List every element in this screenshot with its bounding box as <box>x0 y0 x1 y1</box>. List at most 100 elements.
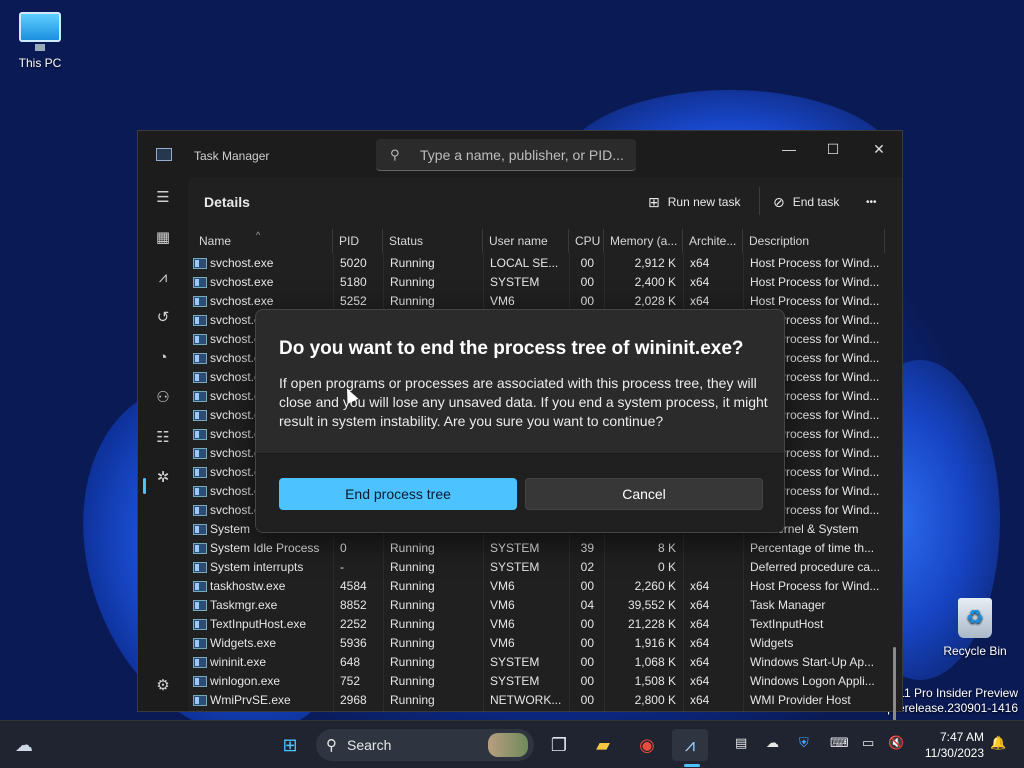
desktop-icon-label: Recycle Bin <box>943 644 1007 658</box>
column-header-cpu[interactable]: CPU <box>569 229 604 253</box>
cell-pid: 5936 <box>340 636 367 650</box>
app-history-icon[interactable]: ↺ <box>148 303 178 333</box>
process-icon <box>193 391 207 402</box>
table-row[interactable]: winlogon.exe 752 Running SYSTEM 00 1,508 K x64… <box>188 672 888 691</box>
column-header-pid[interactable]: PID <box>333 229 383 253</box>
cell-name: svchost.exe <box>210 256 274 270</box>
title-bar[interactable]: Task Manager ⚲ — ☐ ✕ <box>138 131 902 177</box>
services-icon[interactable]: ✲ <box>148 463 178 493</box>
cell-status: Running <box>390 275 435 289</box>
cell-user: SYSTEM <box>490 674 540 688</box>
cell-name: Widgets.exe <box>210 636 277 650</box>
toolbar-divider <box>759 187 760 215</box>
onedrive-icon[interactable]: ☁ <box>766 735 779 751</box>
cell-user: VM6 <box>490 617 515 631</box>
window-title: Task Manager <box>194 149 270 163</box>
cell-desc: Task Manager <box>750 598 826 612</box>
chrome-icon[interactable]: ◉ <box>629 729 665 761</box>
cell-desc: Deferred procedure ca... <box>750 560 881 574</box>
desktop-icon-recycle-bin[interactable]: ♻ Recycle Bin <box>935 598 1015 658</box>
dialog-footer: End process tree Cancel <box>256 453 784 532</box>
notepad-tray-icon[interactable]: ▤ <box>735 735 747 751</box>
file-explorer-icon[interactable]: ▰ <box>585 729 621 761</box>
cell-user: LOCAL SE... <box>490 256 559 270</box>
cell-user: NETWORK... <box>490 693 562 707</box>
cell-status: Running <box>390 598 435 612</box>
column-header-status[interactable]: Status <box>383 229 483 253</box>
search-box[interactable]: ⚲ <box>376 139 636 171</box>
start-button[interactable]: ⊞ <box>272 729 308 761</box>
process-icon <box>193 600 207 611</box>
process-icon <box>193 619 207 630</box>
weather-icon[interactable]: ☁ <box>6 729 42 761</box>
cell-desc: Windows Start-Up Ap... <box>750 655 875 669</box>
task-manager-taskbar-icon[interactable]: ⩘ <box>672 729 708 761</box>
processes-icon[interactable]: ▦ <box>148 223 178 253</box>
cell-name: System interrupts <box>210 560 304 574</box>
column-header-name[interactable]: ^ Name <box>188 229 333 253</box>
cell-pid: 752 <box>340 674 361 688</box>
table-row[interactable]: svchost.exe 5180 Running SYSTEM 00 2,400 K x64… <box>188 273 888 292</box>
display-icon[interactable]: ▭ <box>862 735 874 751</box>
minimize-button[interactable]: — <box>766 135 812 163</box>
hamburger-icon[interactable]: ☰ <box>148 183 178 213</box>
cell-name: Taskmgr.exe <box>210 598 278 612</box>
settings-icon[interactable]: ⚙ <box>148 671 178 701</box>
table-row[interactable]: taskhostw.exe 4584 Running VM6 00 2,260 K x64 H… <box>188 577 888 596</box>
cell-mem: 39,552 K <box>627 598 676 612</box>
volume-muted-icon[interactable]: 🔇 <box>888 735 904 751</box>
process-icon <box>193 372 207 383</box>
end-task-button[interactable]: ⊘ End task <box>773 191 839 213</box>
cell-cpu: 00 <box>580 275 594 289</box>
table-row[interactable]: Taskmgr.exe 8852 Running VM6 04 39,552 K x64 Ta… <box>188 596 888 615</box>
process-icon <box>193 334 207 345</box>
keyboard-icon[interactable]: ⌨ <box>830 735 849 751</box>
table-row[interactable]: WmiPrvSE.exe 2968 Running NETWORK... 00 2,800… <box>188 691 888 710</box>
cell-pid: 2252 <box>340 617 367 631</box>
taskbar-search[interactable]: ⚲ Search <box>316 729 534 761</box>
table-row[interactable]: wininit.exe 648 Running SYSTEM 00 1,068 K x64 W… <box>188 653 888 672</box>
process-icon <box>193 695 207 706</box>
maximize-button[interactable]: ☐ <box>810 135 856 163</box>
users-icon[interactable]: ⚇ <box>148 383 178 413</box>
cell-status: Running <box>390 693 435 707</box>
cell-desc: Host Process for Wind... <box>750 256 880 270</box>
close-button[interactable]: ✕ <box>856 135 902 163</box>
cell-arch: x64 <box>690 617 710 631</box>
desktop-icon-label: This PC <box>18 56 62 70</box>
end-process-tree-button[interactable]: End process tree <box>279 478 517 510</box>
task-view-icon[interactable]: ❐ <box>541 729 577 761</box>
startup-apps-icon[interactable]: ◔ <box>148 343 178 373</box>
table-row[interactable]: TextInputHost.exe 2252 Running VM6 00 21,228 … <box>188 615 888 634</box>
cell-name: winlogon.exe <box>210 674 281 688</box>
column-header-memory[interactable]: Memory (a... <box>604 229 683 253</box>
cell-name: taskhostw.exe <box>210 579 286 593</box>
table-row[interactable]: Widgets.exe 5936 Running VM6 00 1,916 K x64 Wid… <box>188 634 888 653</box>
column-header-description[interactable]: Description <box>743 229 885 253</box>
cell-cpu: 39 <box>580 541 594 555</box>
cell-user: VM6 <box>490 579 515 593</box>
cell-cpu: 00 <box>580 617 594 631</box>
notifications-bell-icon[interactable]: 🔔 <box>990 735 1006 751</box>
column-header-architecture[interactable]: Archite... <box>683 229 743 253</box>
search-input[interactable] <box>420 145 626 165</box>
cell-mem: 2,260 K <box>634 579 676 593</box>
desktop-icon-this-pc[interactable]: This PC <box>0 12 80 70</box>
system-clock[interactable]: 7:47 AM 11/30/2023 <box>914 729 984 761</box>
cell-cpu: 04 <box>580 598 594 612</box>
table-row[interactable]: svchost.exe 5020 Running LOCAL SE... 00 2,912… <box>188 254 888 273</box>
table-row[interactable]: System Idle Process 0 Running SYSTEM 39 8 K Pe… <box>188 539 888 558</box>
cell-cpu: 00 <box>580 693 594 707</box>
process-icon <box>193 258 207 269</box>
table-row[interactable]: System interrupts - Running SYSTEM 02 0 K Defe… <box>188 558 888 577</box>
security-shield-icon[interactable]: ⛨ <box>799 735 809 751</box>
more-options-button[interactable]: ••• <box>866 191 877 213</box>
cell-arch: x64 <box>690 693 710 707</box>
vertical-scrollbar[interactable] <box>893 273 896 739</box>
performance-icon[interactable]: ⩘ <box>148 263 178 293</box>
cancel-button[interactable]: Cancel <box>525 478 763 510</box>
run-new-task-button[interactable]: ⊞ Run new task <box>648 191 740 213</box>
column-header-username[interactable]: User name <box>483 229 569 253</box>
details-icon[interactable]: ☷ <box>148 423 178 453</box>
run-new-task-label: Run new task <box>667 195 741 209</box>
